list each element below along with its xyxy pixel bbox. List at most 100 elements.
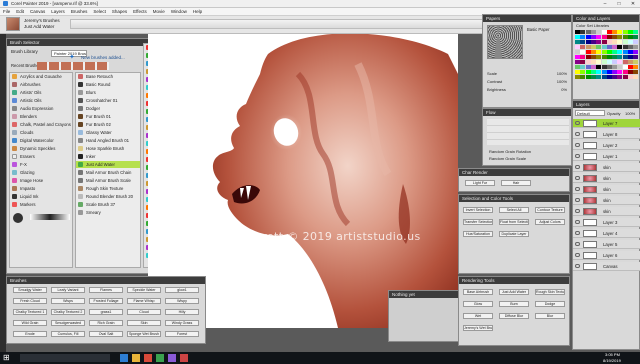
color-swatch[interactable] xyxy=(590,50,596,54)
visibility-eye-icon[interactable] xyxy=(575,209,580,213)
random-grain-rotation[interactable]: Random Grain Rotation xyxy=(489,149,531,154)
taskbar-app-icon[interactable] xyxy=(132,354,140,362)
color-swatch[interactable] xyxy=(590,70,596,74)
taskbar-app-icon[interactable] xyxy=(168,354,176,362)
taskbar-app-icon[interactable] xyxy=(144,354,152,362)
custom-brush-button[interactable]: Flame Whisp xyxy=(127,298,161,304)
category-item[interactable]: Audio Expression xyxy=(10,105,53,112)
color-swatch[interactable] xyxy=(590,75,596,79)
color-swatch[interactable] xyxy=(628,65,633,69)
color-swatch[interactable] xyxy=(612,45,618,49)
color-swatch[interactable] xyxy=(606,70,612,74)
color-swatch[interactable] xyxy=(633,35,639,39)
color-swatch[interactable] xyxy=(617,50,623,54)
layer-item[interactable]: Layer 1 xyxy=(573,152,640,161)
menu-shapes[interactable]: Shapes xyxy=(112,9,127,14)
layer-item[interactable]: Layer 6 xyxy=(573,251,640,260)
category-item[interactable]: Clouds xyxy=(10,129,33,136)
color-swatch[interactable] xyxy=(628,60,633,64)
color-swatch[interactable] xyxy=(617,45,623,49)
menu-help[interactable]: Help xyxy=(193,9,202,14)
color-swatch[interactable] xyxy=(612,50,618,54)
color-swatch[interactable] xyxy=(617,65,623,69)
category-item[interactable]: Dynamic Speckles xyxy=(10,145,55,152)
menu-movie[interactable]: Movie xyxy=(153,9,165,14)
color-swatch[interactable] xyxy=(575,55,580,59)
custom-brush-button[interactable]: Hilly xyxy=(165,309,199,315)
color-swatch[interactable] xyxy=(575,45,580,49)
flow-sliders[interactable] xyxy=(487,119,569,145)
color-swatch[interactable] xyxy=(628,55,633,59)
variant-item[interactable]: Round Blender Brush 20 xyxy=(76,193,133,200)
color-swatch[interactable] xyxy=(622,70,628,74)
rendering-tool-button[interactable]: Diffuse Blur xyxy=(499,313,529,319)
visibility-eye-icon[interactable] xyxy=(575,176,580,180)
category-item[interactable]: Blenders xyxy=(10,113,37,120)
category-item[interactable]: Airbrushes xyxy=(10,81,41,88)
variant-item[interactable]: Inker xyxy=(76,153,96,160)
light-fur-button[interactable]: Light Fur xyxy=(465,180,495,186)
rendering-tool-button[interactable]: Burn xyxy=(499,301,529,307)
paper-brightness-row[interactable]: Brightness 0% xyxy=(487,87,569,93)
color-swatch[interactable] xyxy=(585,45,591,49)
visibility-eye-icon[interactable] xyxy=(575,253,580,257)
color-swatch[interactable] xyxy=(590,45,596,49)
color-swatch[interactable] xyxy=(628,75,633,79)
custom-brush-button[interactable]: Windy Grass xyxy=(165,320,199,326)
layer-item[interactable]: Canvas xyxy=(573,262,640,271)
color-swatch[interactable] xyxy=(601,45,607,49)
color-swatch[interactable] xyxy=(606,50,612,54)
color-swatch[interactable] xyxy=(617,30,623,34)
color-swatch[interactable] xyxy=(580,40,586,44)
layer-item[interactable]: Layer 3 xyxy=(573,218,640,227)
color-swatch[interactable] xyxy=(601,70,607,74)
color-swatch[interactable] xyxy=(606,35,612,39)
color-swatch[interactable] xyxy=(622,30,628,34)
color-swatch[interactable] xyxy=(601,30,607,34)
color-swatch[interactable] xyxy=(601,40,607,44)
custom-brush-button[interactable]: Smudgerwasted xyxy=(51,320,85,326)
layer-item[interactable]: skin xyxy=(573,196,640,205)
visibility-eye-icon[interactable] xyxy=(575,231,580,235)
custom-brush-button[interactable]: Chalky Textured 1 xyxy=(13,309,47,315)
color-swatch[interactable] xyxy=(601,75,607,79)
color-swatch[interactable] xyxy=(606,45,612,49)
color-swatch[interactable] xyxy=(585,40,591,44)
variant-item[interactable]: Smeary xyxy=(76,209,101,216)
variant-item[interactable]: Basic Round xyxy=(76,81,110,88)
variant-item[interactable]: Fur Brush 01 xyxy=(76,113,111,120)
color-swatch[interactable] xyxy=(585,75,591,79)
color-swatch[interactable] xyxy=(606,55,612,59)
color-swatch[interactable] xyxy=(585,35,591,39)
color-swatch[interactable] xyxy=(633,60,639,64)
color-swatch[interactable] xyxy=(622,50,628,54)
custom-brush-button[interactable]: Frosted Foliage xyxy=(89,298,123,304)
color-swatch[interactable] xyxy=(580,75,586,79)
visibility-eye-icon[interactable] xyxy=(575,121,580,125)
layer-item[interactable]: Layer 7 xyxy=(573,119,640,128)
color-swatch[interactable] xyxy=(617,55,623,59)
color-swatch[interactable] xyxy=(628,50,633,54)
menu-select[interactable]: Select xyxy=(93,9,106,14)
visibility-eye-icon[interactable] xyxy=(575,165,580,169)
variant-item[interactable]: Glassy Water xyxy=(76,129,112,136)
opacity-value[interactable]: 100% xyxy=(625,111,635,116)
custom-brush-button[interactable]: glow1 xyxy=(165,287,199,293)
variant-item[interactable]: Blurs xyxy=(76,89,96,96)
color-swatch[interactable] xyxy=(585,50,591,54)
color-swatch[interactable] xyxy=(612,65,618,69)
color-swatch[interactable] xyxy=(617,75,623,79)
layer-item[interactable]: skin xyxy=(573,207,640,216)
color-swatch[interactable] xyxy=(622,65,628,69)
color-swatch[interactable] xyxy=(596,60,602,64)
color-swatch[interactable] xyxy=(575,35,580,39)
color-swatch[interactable] xyxy=(596,30,602,34)
color-swatch[interactable] xyxy=(580,55,586,59)
selection-tool-button[interactable]: Contour Texture xyxy=(535,207,565,213)
paper-scale-row[interactable]: Scale 100% xyxy=(487,71,569,77)
color-swatch[interactable] xyxy=(596,70,602,74)
custom-brush-button[interactable]: Erode xyxy=(13,331,47,337)
paper-texture-preview[interactable] xyxy=(487,25,523,59)
color-swatch[interactable] xyxy=(590,30,596,34)
color-swatch[interactable] xyxy=(580,30,586,34)
